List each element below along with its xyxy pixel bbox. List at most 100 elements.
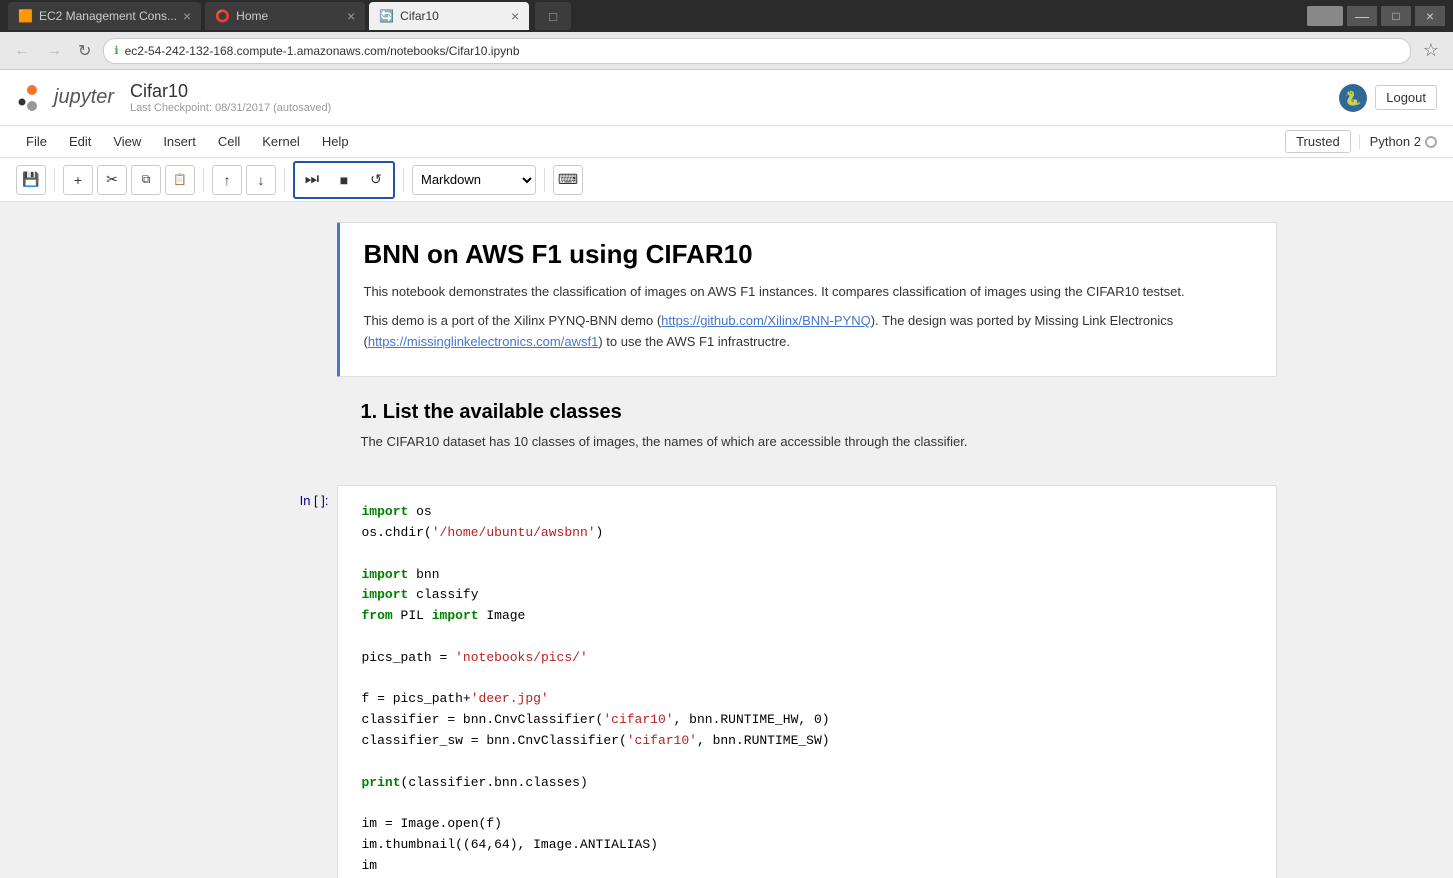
copy-button[interactable]: ⧉	[131, 165, 161, 195]
section1-title: 1. List the available classes	[361, 401, 1253, 424]
code-line-10: print(classifier.bnn.classes)	[362, 773, 1252, 794]
keyboard-icon: ⌨	[558, 171, 578, 188]
code-line-9: classifier_sw = bnn.CnvClassifier('cifar…	[362, 731, 1252, 752]
move-down-button[interactable]: ↓	[246, 165, 276, 195]
keyboard-shortcut-button[interactable]: ⌨	[553, 165, 583, 195]
tab-home-label: Home	[236, 9, 268, 23]
win-title-bar	[1307, 6, 1343, 26]
code-paren: )	[596, 525, 604, 540]
new-tab-placeholder: □	[549, 9, 557, 24]
menu-right: Trusted Python 2	[1285, 130, 1437, 153]
separator-4	[403, 168, 404, 192]
minimize-btn[interactable]: —	[1347, 6, 1377, 26]
code-line-13: im	[362, 856, 1252, 877]
restart-button[interactable]: ↺	[361, 165, 391, 195]
code-line-8: classifier = bnn.CnvClassifier('cifar10'…	[362, 710, 1252, 731]
scissors-icon: ✂	[106, 171, 118, 188]
code-f-assign: f = pics_path+	[362, 691, 471, 706]
save-button[interactable]: 💾	[16, 165, 46, 195]
markdown-content-1: BNN on AWS F1 using CIFAR10 This noteboo…	[337, 222, 1277, 377]
browser-addressbar: ← → ↻ ℹ ec2-54-242-132-168.compute-1.ama…	[0, 32, 1453, 70]
code-line-blank5	[362, 793, 1252, 814]
tab-cifar-favicon: 🔄	[379, 9, 394, 23]
tab-home[interactable]: ⭕ Home ×	[205, 2, 365, 30]
main-content[interactable]: BNN on AWS F1 using CIFAR10 This noteboo…	[0, 202, 1453, 878]
section1-content: 1. List the available classes The CIFAR1…	[337, 385, 1277, 477]
code-cell-1: In [ ]: import os os.chdir('/home/ubuntu…	[177, 485, 1277, 878]
fast-forward-button[interactable]: ⏭	[297, 165, 327, 195]
menu-file[interactable]: File	[16, 130, 57, 153]
jupyter-header: jupyter Cifar10 Last Checkpoint: 08/31/2…	[0, 70, 1453, 126]
python-logo: 🐍	[1339, 84, 1367, 112]
trusted-button[interactable]: Trusted	[1285, 130, 1351, 153]
cell-type-select[interactable]: Markdown Code Raw NBConvert Heading	[412, 165, 536, 195]
add-cell-button[interactable]: +	[63, 165, 93, 195]
menu-cell[interactable]: Cell	[208, 130, 250, 153]
kw-from: from	[362, 608, 393, 623]
kernel-indicator: Python 2	[1359, 134, 1437, 149]
notebook-checkpoint: Last Checkpoint: 08/31/2017 (autosaved)	[130, 102, 331, 114]
tab-cifar[interactable]: 🔄 Cifar10 ×	[369, 2, 529, 30]
copy-icon: ⧉	[142, 172, 151, 187]
section1-sidebar	[177, 385, 337, 477]
header-right: 🐍 Logout	[1339, 84, 1437, 112]
code-bnn: bnn	[408, 567, 439, 582]
menu-help[interactable]: Help	[312, 130, 359, 153]
close-btn[interactable]: ×	[1415, 6, 1445, 26]
notebook-title-area: Cifar10 Last Checkpoint: 08/31/2017 (aut…	[130, 81, 331, 114]
back-btn[interactable]: ←	[10, 40, 34, 62]
link-missinglink[interactable]: https://missinglinkelectronics.com/awsf1	[368, 334, 598, 349]
tab-ec2[interactable]: 🟧 EC2 Management Cons... ×	[8, 2, 201, 30]
str-deer: 'deer.jpg'	[471, 691, 549, 706]
code-runtime-sw: , bnn.RUNTIME_SW)	[697, 733, 830, 748]
stop-button[interactable]: ■	[329, 165, 359, 195]
markdown-p2-prefix: This demo is a port of the Xilinx PYNQ-B…	[364, 313, 662, 328]
separator-5	[544, 168, 545, 192]
markdown-p2: This demo is a port of the Xilinx PYNQ-B…	[364, 311, 1252, 353]
separator-3	[284, 168, 285, 192]
kw-import-classify: import	[362, 587, 409, 602]
tab-home-close[interactable]: ×	[347, 9, 355, 23]
menu-view[interactable]: View	[103, 130, 151, 153]
code-cell-1-content[interactable]: import os os.chdir('/home/ubuntu/awsbnn'…	[337, 485, 1277, 878]
arrow-down-icon: ↓	[258, 172, 265, 188]
forward-btn[interactable]: →	[42, 40, 66, 62]
markdown-p1: This notebook demonstrates the classific…	[364, 282, 1252, 303]
kw-import-bnn: import	[362, 567, 409, 582]
paste-button[interactable]: 📋	[165, 165, 195, 195]
kw-import-1: import	[362, 504, 409, 519]
tab-ec2-label: EC2 Management Cons...	[39, 9, 177, 23]
menu-edit[interactable]: Edit	[59, 130, 101, 153]
stop-icon: ■	[340, 172, 348, 188]
code-classifier-sw: classifier_sw = bnn.CnvClassifier(	[362, 733, 627, 748]
bookmark-star[interactable]: ☆	[1419, 38, 1443, 63]
section1-p: The CIFAR10 dataset has 10 classes of im…	[361, 432, 1253, 453]
link-bnn-pynq[interactable]: https://github.com/Xilinx/BNN-PYNQ	[661, 313, 871, 328]
notebook-container: BNN on AWS F1 using CIFAR10 This noteboo…	[177, 222, 1277, 878]
menu-insert[interactable]: Insert	[153, 130, 206, 153]
code-line-blank2	[362, 627, 1252, 648]
cut-button[interactable]: ✂	[97, 165, 127, 195]
code-line-12: im.thumbnail((64,64), Image.ANTIALIAS)	[362, 835, 1252, 856]
notebook-title[interactable]: Cifar10	[130, 81, 331, 102]
code-line-5: from PIL import Image	[362, 606, 1252, 627]
code-print-classes: (classifier.bnn.classes)	[401, 775, 588, 790]
section1-heading-cell: 1. List the available classes The CIFAR1…	[177, 385, 1277, 477]
refresh-btn[interactable]: ↻	[74, 39, 95, 63]
arrow-up-icon: ↑	[224, 172, 231, 188]
code-image: Image	[479, 608, 526, 623]
tab-ec2-close[interactable]: ×	[183, 9, 191, 23]
kernel-status-circle	[1425, 136, 1437, 148]
code-pil: PIL	[393, 608, 432, 623]
tab-cifar-close[interactable]: ×	[511, 9, 519, 23]
toolbar: 💾 + ✂ ⧉ 📋 ↑ ↓ ⏭ ■ ↺ Markdown Code Raw NB…	[0, 158, 1453, 202]
address-bar[interactable]: ℹ ec2-54-242-132-168.compute-1.amazonaws…	[103, 38, 1410, 64]
jupyter-logo: jupyter	[16, 82, 114, 114]
maximize-btn[interactable]: □	[1381, 6, 1411, 26]
logout-button[interactable]: Logout	[1375, 85, 1437, 110]
code-line-1: import os	[362, 502, 1252, 523]
move-up-button[interactable]: ↑	[212, 165, 242, 195]
menu-kernel[interactable]: Kernel	[252, 130, 310, 153]
code-im: im	[362, 858, 378, 873]
code-line-6: pics_path = 'notebooks/pics/'	[362, 648, 1252, 669]
